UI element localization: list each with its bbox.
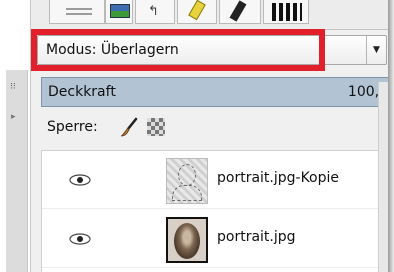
lock-label: Sperre:: [47, 119, 98, 135]
tab-brush[interactable]: [219, 0, 261, 24]
paths-tab-icon: ↰: [148, 4, 159, 19]
tab-paths[interactable]: ↰: [135, 0, 175, 24]
portrait-thumbnail: [166, 217, 208, 263]
pencil-tab-icon: [188, 0, 206, 21]
layer-name: portrait.jpg-Kopie: [217, 170, 340, 186]
alpha-checkerboard-icon[interactable]: [147, 118, 165, 136]
opacity-slider[interactable]: Deckkraft 100,0: [41, 77, 393, 107]
mode-row: Modus: Überlagern ▼: [31, 29, 389, 71]
chevron-down-icon[interactable]: ▼: [366, 36, 386, 64]
brush-tab-icon: [229, 0, 247, 22]
layer-name: portrait.jpg: [217, 229, 296, 245]
mode-select[interactable]: Modus: Überlagern ▼: [37, 35, 387, 65]
layer-row[interactable]: portrait.jpg-Kopie: [42, 151, 388, 209]
tab-patterns[interactable]: [263, 0, 309, 24]
portrait-face-outline: [178, 164, 196, 186]
mode-label: Modus: Überlagern: [46, 42, 179, 58]
eye-icon[interactable]: [68, 233, 92, 245]
portrait-copy-thumbnail: [166, 158, 208, 204]
layers-tab-icon: [66, 8, 92, 10]
patterns-tab-icon: [272, 3, 302, 21]
left-panel-glyph-icon: ⁝⁝: [10, 82, 16, 92]
portrait-photo: [174, 223, 200, 259]
layer-list: portrait.jpg-Kopie portrait.jpg: [41, 150, 389, 272]
dock-tab-strip: ↰: [31, 0, 389, 30]
left-panel-edge: ⁝⁝ ▸: [0, 0, 30, 272]
tab-channels[interactable]: [105, 0, 133, 24]
layer-row[interactable]: portrait.jpg: [42, 210, 388, 268]
opacity-label: Deckkraft: [48, 84, 116, 100]
lock-row: Sperre:: [41, 116, 381, 140]
portrait-bust-outline: [172, 185, 202, 201]
window-shadow: [388, 0, 394, 272]
channels-tab-icon: [110, 4, 130, 18]
tab-pencil[interactable]: [177, 0, 217, 24]
vertical-scrollbar[interactable]: [378, 82, 388, 272]
eye-icon[interactable]: [68, 174, 92, 186]
left-panel-triangle-icon: ▸: [11, 112, 16, 122]
tab-layers[interactable]: [49, 0, 105, 24]
layers-dock: ↰ Modus: Überlagern ▼ Deckkraft 100,0 Sp…: [30, 0, 393, 272]
paintbrush-icon[interactable]: [119, 116, 141, 138]
left-panel-column: [6, 70, 28, 272]
